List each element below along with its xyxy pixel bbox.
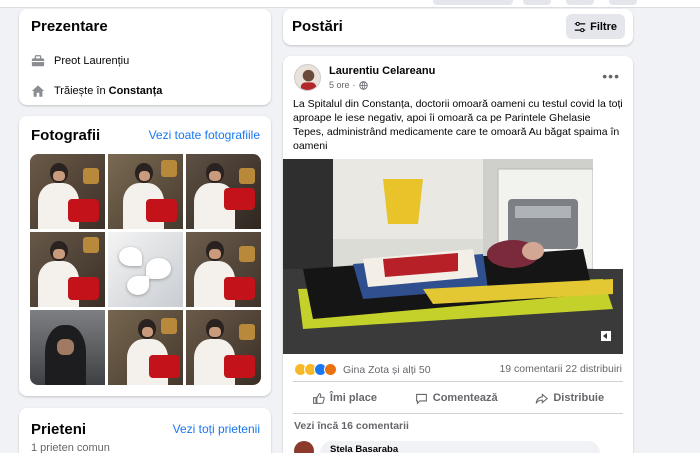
like-button[interactable]: Îmi place	[312, 392, 377, 405]
photo-thumbnail[interactable]	[186, 310, 261, 385]
nav-button[interactable]	[523, 0, 551, 5]
post-image[interactable]	[283, 159, 633, 354]
post-actions: Îmi place Comentează Distribuie	[293, 387, 623, 409]
post-meta: 5 ore ·	[329, 80, 368, 90]
photo-thumbnail[interactable]	[186, 154, 261, 229]
reactions-summary[interactable]: Gina Zota și alți 50	[294, 363, 431, 376]
share-button[interactable]: Distribuie	[535, 392, 604, 405]
filter-icon	[574, 21, 586, 32]
briefcase-icon	[31, 55, 45, 67]
filter-label: Filtre	[590, 20, 617, 33]
share-icon	[536, 392, 549, 404]
friends-title: Prieteni	[31, 421, 87, 438]
intro-card: Prezentare Preot Laurențiu Trăiește în C…	[19, 9, 271, 105]
comment-button[interactable]: Comentează	[415, 392, 498, 405]
angry-reaction-icon	[324, 363, 337, 376]
globe-icon	[358, 80, 368, 90]
shares-count[interactable]: 22 distribuiri	[565, 363, 622, 375]
author-photo	[295, 65, 320, 90]
photo-thumbnail[interactable]	[186, 232, 261, 307]
photo-thumbnail[interactable]	[30, 232, 105, 307]
top-navigation-bar	[0, 0, 700, 8]
friends-card: Prieteni Vezi toți prietenii 1 prieten c…	[19, 408, 271, 453]
commenter-avatar[interactable]	[294, 441, 314, 453]
photos-title: Fotografii	[31, 127, 101, 144]
reactions-label: Gina Zota și alți 50	[343, 363, 431, 376]
intro-location-prefix: Trăiește în	[54, 85, 109, 97]
photo-thumbnail[interactable]	[30, 154, 105, 229]
meta-separator: ·	[352, 80, 356, 90]
intro-work-text: Preot Laurențiu	[54, 55, 130, 67]
photo-grid	[30, 154, 261, 385]
comment-preview: Stela Basaraba	[294, 441, 600, 453]
engagement-counts: 19 comentarii 22 distribuiri	[499, 363, 622, 375]
ambulance-stretcher-image	[283, 159, 633, 354]
like-label: Îmi place	[329, 392, 377, 404]
posts-header-card: Postări Filtre	[283, 9, 633, 45]
divider	[293, 413, 623, 414]
view-more-comments-link[interactable]: Vezi încă 16 comentarii	[294, 420, 409, 432]
photo-thumbnail[interactable]	[108, 232, 183, 307]
filter-button[interactable]: Filtre	[566, 14, 625, 39]
intro-title: Prezentare	[31, 18, 108, 35]
post-author-name[interactable]: Laurentiu Celareanu	[329, 65, 435, 77]
location-link[interactable]: Constanța	[109, 85, 163, 97]
intro-location-row: Trăiește în Constanța	[31, 84, 162, 98]
post-time[interactable]: 5 ore	[329, 80, 350, 90]
see-all-friends-link[interactable]: Vezi toți prietenii	[173, 422, 260, 436]
post-card: Laurentiu Celareanu 5 ore · ••• La Spita…	[283, 56, 633, 453]
mutual-friends-text: 1 prieten comun	[31, 442, 110, 453]
home-icon	[31, 85, 45, 97]
share-label: Distribuie	[553, 392, 605, 404]
photo-thumbnail[interactable]	[108, 310, 183, 385]
divider	[293, 381, 623, 382]
intro-location-text: Trăiește în Constanța	[54, 85, 162, 97]
more-options-icon[interactable]: •••	[602, 68, 620, 84]
intro-work-row: Preot Laurențiu	[31, 54, 129, 68]
nav-button[interactable]	[433, 0, 513, 5]
thumbs-up-icon	[312, 392, 325, 404]
comments-count[interactable]: 19 comentarii	[499, 363, 562, 375]
comment-label: Comentează	[432, 392, 498, 404]
post-text: La Spitalul din Constanța, doctorii omoa…	[293, 98, 623, 152]
nav-button[interactable]	[609, 0, 637, 5]
comment-bubble: Stela Basaraba	[320, 441, 600, 453]
nav-button[interactable]	[566, 0, 594, 5]
photo-thumbnail[interactable]	[108, 154, 183, 229]
photo-thumbnail[interactable]	[30, 310, 105, 385]
comment-icon	[415, 393, 427, 405]
posts-title: Postări	[292, 18, 343, 35]
see-all-photos-link[interactable]: Vezi toate fotografiile	[149, 128, 260, 142]
photos-card: Fotografii Vezi toate fotografiile	[19, 116, 271, 396]
author-avatar[interactable]	[294, 64, 321, 91]
commenter-name[interactable]: Stela Basaraba	[330, 444, 398, 453]
